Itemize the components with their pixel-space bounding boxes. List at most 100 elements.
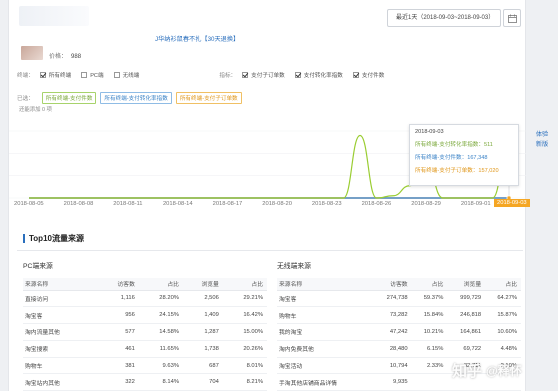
terminal-group-label: 终端： xyxy=(17,73,34,79)
product-title[interactable]: J华纳衫鼠春不扎【30天退换】 xyxy=(155,34,239,43)
checkbox-sub-orders[interactable]: 支付子订单数 xyxy=(242,71,285,79)
value-cell: 8.01% xyxy=(222,357,267,375)
pc-source-table: PC端来源 来源名称 访客数 占比 浏览量 占比 直接访问 1,116 28.20%… xyxy=(23,260,267,391)
checkbox-all-terminals[interactable]: 所有终端 xyxy=(39,71,71,79)
x-tick-label: 2018-09-03 xyxy=(494,199,530,207)
checkbox-label: 支付子订单数 xyxy=(251,73,285,79)
value-cell: 9,935 xyxy=(373,373,412,391)
main-panel: J华纳衫鼠春不扎【30天退换】 价格： 988 最近1天（2018-09-03~2… xyxy=(8,0,530,391)
source-name-cell: 我的淘宝 xyxy=(277,323,374,341)
col-ratio: 占比 xyxy=(138,278,183,291)
value-cell: 10.60% xyxy=(485,323,521,341)
x-tick-label: 2018-08-11 xyxy=(113,201,143,207)
value-cell: 381 xyxy=(99,357,139,375)
value-cell: 9.63% xyxy=(138,357,183,375)
source-name-cell: 淘宝客 xyxy=(23,306,99,325)
value-cell: 246,818 xyxy=(447,306,486,325)
col-visitors: 访客数 xyxy=(373,278,412,291)
value-cell: 20.26% xyxy=(222,340,267,358)
table-row: 淘宝站内其他 322 8.14% 704 8.21% xyxy=(23,373,267,391)
table-row: 淘内免费其他 28,480 6.15% 69,722 4.48% xyxy=(277,340,521,358)
checkbox-box[interactable] xyxy=(352,72,359,78)
x-tick-label: 2018-08-08 xyxy=(63,201,94,207)
mobile-table-title: 无线端来源 xyxy=(277,263,311,270)
checkbox-pieces[interactable]: 支付件数 xyxy=(352,71,384,79)
selected-tag-pieces[interactable]: 所有终端-支付件数 xyxy=(41,92,97,104)
watermark-handle: @释怀 xyxy=(486,364,522,378)
table-header-row: 来源名称 访客数 占比 浏览量 占比 xyxy=(277,278,521,291)
calendar-button[interactable] xyxy=(503,9,521,27)
value-cell: 11.65% xyxy=(138,340,183,358)
value-cell: 577 xyxy=(99,323,139,341)
price-value: 988 xyxy=(71,54,82,60)
table-row: 淘内流量其他 577 14.58% 1,287 15.00% xyxy=(23,323,267,341)
selected-label: 已选： xyxy=(17,96,34,102)
metric-group-label: 指标： xyxy=(219,73,237,79)
blurred-header xyxy=(19,6,89,26)
value-cell: 704 xyxy=(182,373,223,391)
product-thumbnail xyxy=(21,46,43,60)
pc-table-title: PC端来源 xyxy=(23,263,53,270)
table-row: 淘宝搜索 461 11.65% 1,738 20.26% xyxy=(23,340,267,358)
table-row: 直接访问 1,116 28.20% 2,506 29.21% xyxy=(23,290,267,308)
checkbox-pc[interactable]: PC端 xyxy=(81,71,104,79)
source-name-cell: 直接访问 xyxy=(23,290,99,308)
checkbox-conversion-index[interactable]: 支付转化率指数 xyxy=(294,71,343,79)
table-header-row: 来源名称 访客数 占比 浏览量 占比 xyxy=(23,278,267,291)
try-new-version-link[interactable]: 体验新版 xyxy=(535,130,549,150)
col-source: 来源名称 xyxy=(277,278,374,291)
value-cell: 6.15% xyxy=(411,340,448,358)
value-cell: 2,506 xyxy=(182,290,223,308)
tooltip-row-sub-orders: 所有终端-支付子订单数：157,020 xyxy=(415,168,499,174)
value-cell: 15.00% xyxy=(222,323,267,341)
value-cell: 10,794 xyxy=(373,357,412,375)
value-cell: 10.21% xyxy=(411,323,448,341)
checkbox-label: 无线端 xyxy=(122,73,140,79)
checkbox-label: PC端 xyxy=(90,73,104,79)
x-tick-label: 2018-08-17 xyxy=(212,201,243,207)
value-cell: 29.21% xyxy=(222,290,267,308)
col-pageviews: 浏览量 xyxy=(182,278,223,291)
x-tick-label: 2018-08-29 xyxy=(411,201,441,207)
checkbox-wireless[interactable]: 无线端 xyxy=(113,71,140,79)
col-source: 来源名称 xyxy=(23,278,99,291)
value-cell: 322 xyxy=(99,373,139,391)
value-cell: 69,722 xyxy=(447,340,486,358)
value-cell: 16.42% xyxy=(222,306,267,325)
tooltip-date: 2018-09-03 xyxy=(415,129,444,135)
value-cell: 461 xyxy=(99,340,139,358)
source-name-cell: 淘内免费其他 xyxy=(277,340,374,358)
table-row: 购物车 73,282 15.84% 246,818 15.87% xyxy=(277,306,521,325)
value-cell: 8.21% xyxy=(222,373,267,391)
value-cell: 8.14% xyxy=(138,373,183,391)
value-cell: 47,242 xyxy=(373,323,412,341)
price: 价格： 988 xyxy=(49,51,81,60)
divider xyxy=(17,250,523,251)
selected-tag-conversion[interactable]: 所有终端-支付转化率指数 xyxy=(100,92,172,104)
checkbox-box[interactable] xyxy=(39,72,46,78)
date-range-display[interactable]: 最近1天（2018-09-03~2018-09-03） xyxy=(387,9,501,27)
x-tick-label: 2018-09-01 xyxy=(460,201,491,207)
watermark: 知乎 @释怀 xyxy=(452,360,522,381)
calendar-icon xyxy=(507,14,517,23)
value-cell: 28.20% xyxy=(138,290,183,308)
selected-tag-sub-orders[interactable]: 所有终端-支付子订单数 xyxy=(175,92,242,104)
checkbox-box[interactable] xyxy=(113,72,120,78)
checkbox-box[interactable] xyxy=(81,72,88,78)
source-name-cell: 淘宝客 xyxy=(277,290,374,308)
checkbox-label: 支付转化率指数 xyxy=(303,73,343,79)
table-row: 我的淘宝 47,242 10.21% 164,861 10.60% xyxy=(277,323,521,341)
value-cell: 73,282 xyxy=(373,306,412,325)
x-tick-label: 2018-08-26 xyxy=(361,201,392,207)
x-tick-label: 2018-08-14 xyxy=(162,201,193,207)
section-title-text: Top10流量来源 xyxy=(29,234,84,243)
price-label: 价格： xyxy=(49,54,68,60)
x-tick-label: 2018-08-23 xyxy=(311,201,342,207)
checkbox-box[interactable] xyxy=(294,72,301,78)
value-cell: 1,738 xyxy=(182,340,223,358)
watermark-logo: 知乎 xyxy=(452,363,483,380)
value-cell: 15.84% xyxy=(411,306,448,325)
checkbox-box[interactable] xyxy=(242,72,249,78)
value-cell: 956 xyxy=(99,306,139,325)
value-cell: 4.48% xyxy=(485,340,521,358)
